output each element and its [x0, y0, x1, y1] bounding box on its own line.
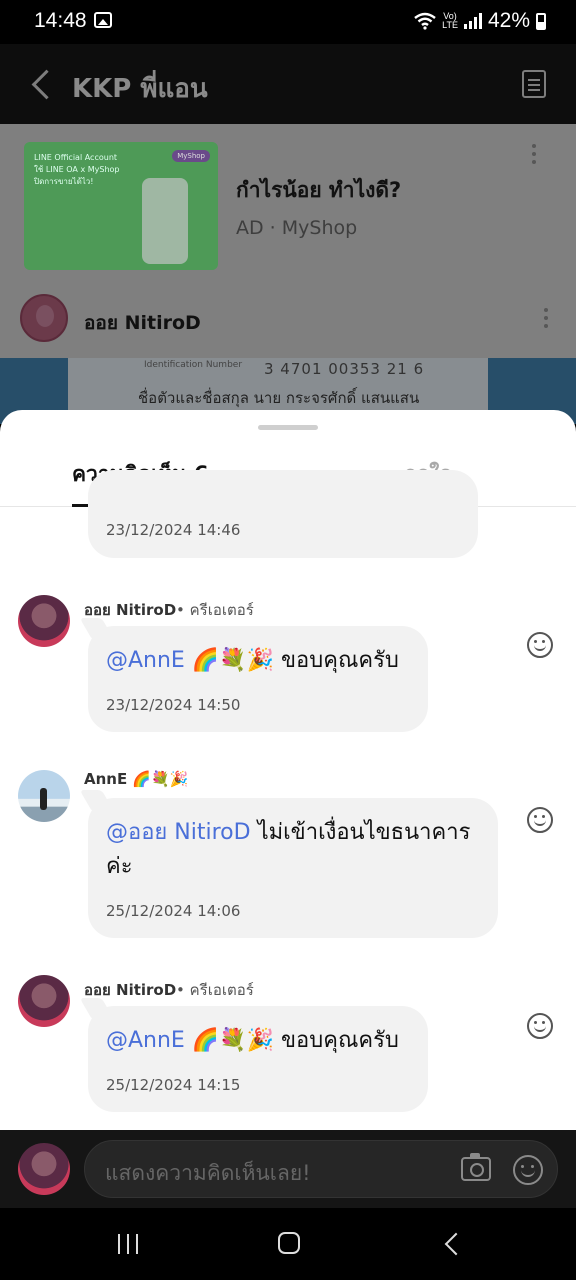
- comment-bubble: @AnnE 🌈💐🎉 ขอบคุณครับ 25/12/2024 14:15: [79, 998, 428, 1112]
- comment-timestamp: 23/12/2024 14:46: [106, 521, 241, 539]
- mention-link[interactable]: @AnnE 🌈💐🎉: [106, 648, 274, 673]
- comment-text: @AnnE 🌈💐🎉 ขอบคุณครับ: [106, 644, 399, 678]
- ad-meta: AD · MyShop: [236, 217, 358, 239]
- mention-link[interactable]: @ออย NitiroD: [106, 820, 251, 845]
- post-more-icon[interactable]: [544, 308, 550, 332]
- post-author-name[interactable]: ออย NitiroD: [84, 308, 201, 338]
- comment-body: ไม่เข้าเงื่อนไขธนาคาร: [250, 820, 471, 845]
- battery-icon: [536, 12, 546, 30]
- ad-image-tag: MyShop: [172, 150, 210, 162]
- ad-image-text: LINE Official Account ใช้ LINE OA x MySh…: [34, 153, 120, 186]
- commenter-role: • ครีเอเตอร์: [176, 981, 254, 999]
- comment-bubble-partial: 23/12/2024 14:46: [88, 470, 478, 558]
- page-title: KKP พี่แอน: [72, 74, 208, 104]
- signal-icon: [463, 13, 482, 29]
- react-emoji-icon[interactable]: [527, 632, 553, 658]
- comment-input-placeholder: แสดงความคิดเห็นเลย!: [105, 1161, 311, 1185]
- commenter-avatar[interactable]: [18, 595, 70, 647]
- comments-sheet: ความคิดเห็น 6 ถูกใจ 23/12/2024 14:46 ออย…: [0, 410, 576, 1130]
- react-emoji-icon[interactable]: [527, 807, 553, 833]
- emoji-icon[interactable]: [513, 1155, 543, 1185]
- commenter-role: • ครีเอเตอร์: [176, 601, 254, 619]
- status-time: 14:48: [34, 9, 87, 32]
- id-card-label: Identification Number: [144, 360, 243, 370]
- my-avatar: [18, 1143, 70, 1195]
- wifi-icon: [414, 12, 436, 30]
- chat-header: KKP พี่แอน: [0, 44, 576, 124]
- post-author-avatar[interactable]: [20, 294, 68, 342]
- system-nav-bar: [0, 1208, 576, 1280]
- mention-link[interactable]: @AnnE 🌈💐🎉: [106, 1028, 274, 1053]
- ad-more-icon[interactable]: [532, 144, 538, 168]
- document-icon[interactable]: [522, 70, 546, 98]
- id-card-name: ชื่อตัวและชื่อสกุล นาย กระจรศักดิ์ แสนแส…: [138, 389, 420, 407]
- comment-timestamp: 23/12/2024 14:50: [106, 696, 241, 714]
- comment-input[interactable]: แสดงความคิดเห็นเลย!: [84, 1140, 558, 1198]
- commenter-name[interactable]: AnnE 🌈💐🎉: [84, 770, 188, 788]
- back-arrow-icon[interactable]: [28, 66, 58, 102]
- comment-timestamp: 25/12/2024 14:15: [106, 1076, 241, 1094]
- id-card-number: 3 4701 00353 21 6: [264, 360, 425, 378]
- react-emoji-icon[interactable]: [527, 1013, 553, 1039]
- comment-body: ขอบคุณครับ: [274, 648, 399, 673]
- ad-image[interactable]: MyShop LINE Official Account ใช้ LINE OA…: [24, 142, 218, 270]
- battery-percent: 42%: [487, 9, 530, 32]
- commenter-avatar[interactable]: [18, 975, 70, 1027]
- status-right: Vo) LTE 42%: [414, 9, 546, 33]
- home-icon[interactable]: [278, 1232, 300, 1254]
- image-icon: [94, 12, 112, 28]
- ad-title[interactable]: กำไรน้อย ทำไงดี?: [236, 174, 401, 207]
- comment-bubble: @AnnE 🌈💐🎉 ขอบคุณครับ 23/12/2024 14:50: [79, 618, 428, 732]
- recent-apps-icon[interactable]: [118, 1234, 140, 1254]
- commenter-avatar[interactable]: [18, 770, 70, 822]
- comment-body-cont: ค่ะ: [106, 854, 133, 879]
- comment-body: ขอบคุณครับ: [274, 1028, 399, 1053]
- status-bar: 14:48 Vo) LTE 42%: [0, 0, 576, 44]
- comment-bubble: @ออย NitiroD ไม่เข้าเงื่อนไขธนาคารค่ะ 25…: [79, 790, 498, 938]
- back-icon[interactable]: [444, 1234, 460, 1250]
- lte-label: Vo) LTE: [442, 11, 458, 30]
- comment-text: @ออย NitiroD ไม่เข้าเงื่อนไขธนาคารค่ะ: [106, 816, 470, 884]
- comment-text: @AnnE 🌈💐🎉 ขอบคุณครับ: [106, 1024, 399, 1058]
- sheet-drag-handle[interactable]: [258, 425, 318, 430]
- background-feed: MyShop LINE Official Account ใช้ LINE OA…: [0, 124, 576, 424]
- comment-timestamp: 25/12/2024 14:06: [106, 902, 241, 920]
- comment-input-bar: แสดงความคิดเห็นเลย!: [0, 1130, 576, 1208]
- ad-phone-graphic: [142, 178, 188, 264]
- camera-icon[interactable]: [461, 1153, 491, 1181]
